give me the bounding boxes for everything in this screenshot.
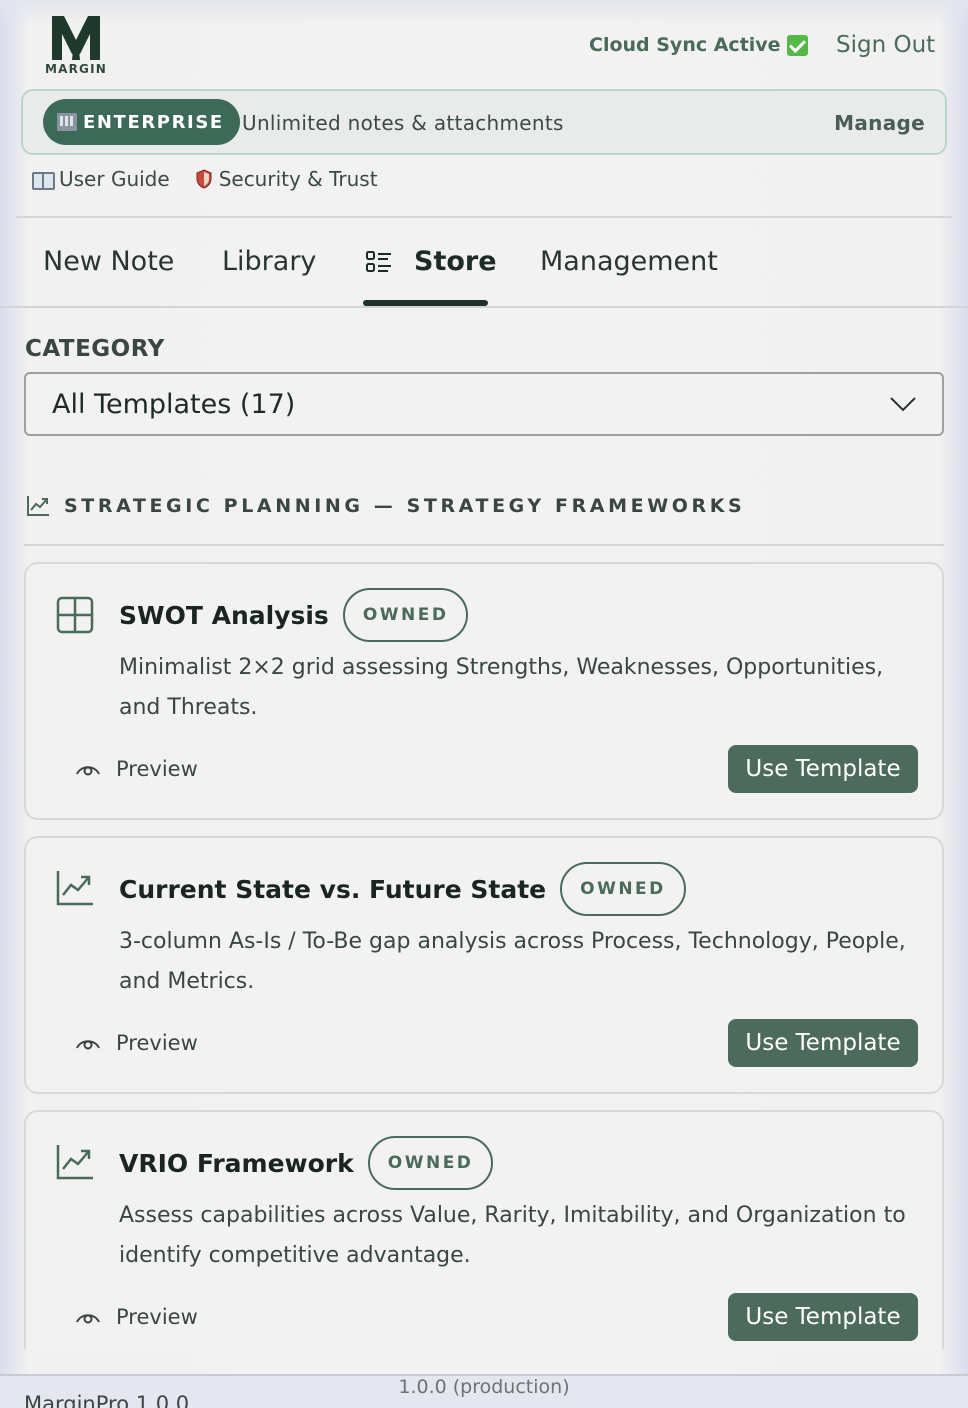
eye-icon: [76, 766, 100, 776]
use-template-button[interactable]: Use Template: [728, 1019, 918, 1067]
logo-m-icon: [52, 16, 100, 60]
manage-plan-button[interactable]: Manage: [834, 111, 925, 135]
enterprise-badge: ENTERPRISE: [43, 99, 240, 145]
tabs-divider: [0, 306, 968, 308]
sign-out-link[interactable]: Sign Out: [836, 32, 935, 58]
sync-status-text: Cloud Sync Active: [589, 34, 781, 56]
footer-fade: [0, 1349, 968, 1375]
shield-icon: [196, 169, 212, 189]
card-title: VRIO Framework: [119, 1148, 354, 1178]
card-description: 3-column As-Is / To-Be gap analysis acro…: [119, 929, 906, 994]
card-title: SWOT Analysis: [119, 600, 329, 630]
trend-chart-icon: [56, 1145, 93, 1180]
list-icon: [366, 250, 391, 272]
logo-wordmark: MARGIN: [44, 62, 108, 76]
tab-management[interactable]: Management: [540, 246, 718, 277]
top-glow: [0, 0, 968, 24]
template-card-swot: SWOT Analysis OWNED Minimalist 2×2 grid …: [24, 562, 944, 820]
owned-badge: OWNED: [342, 588, 469, 642]
chevron-down-icon: [890, 397, 916, 412]
card-description: Minimalist 2×2 grid assessing Strengths,…: [119, 655, 884, 720]
security-trust-link[interactable]: Security & Trust: [196, 167, 378, 191]
app-name-label: MarginPro 1.0.0: [24, 1392, 190, 1408]
trend-chart-icon: [56, 871, 93, 906]
trend-chart-icon: [27, 496, 49, 516]
preview-label: Preview: [116, 757, 198, 781]
card-title-row: Current State vs. Future State OWNED: [119, 862, 686, 916]
owned-badge: OWNED: [367, 1136, 494, 1190]
building-icon: [57, 113, 77, 131]
check-icon: [786, 34, 808, 56]
preview-button[interactable]: Preview: [76, 1305, 198, 1329]
plan-badge-label: ENTERPRISE: [83, 111, 224, 133]
tab-library[interactable]: Library: [222, 246, 316, 277]
use-template-button[interactable]: Use Template: [728, 1293, 918, 1341]
plan-banner: ENTERPRISE Unlimited notes & attachments…: [21, 89, 947, 155]
category-select[interactable]: All Templates (17): [24, 372, 944, 436]
book-icon: [32, 171, 55, 190]
tab-store-label: Store: [414, 246, 497, 277]
category-selected-value: All Templates (17): [52, 389, 296, 420]
preview-label: Preview: [116, 1031, 198, 1055]
grid-icon: [56, 596, 94, 634]
owned-badge: OWNED: [560, 862, 686, 916]
eye-icon: [76, 1314, 100, 1324]
section-title: STRATEGIC PLANNING — STRATEGY FRAMEWORKS: [64, 495, 746, 517]
tab-new-note[interactable]: New Note: [43, 246, 174, 277]
margin-logo[interactable]: MARGIN: [44, 14, 108, 78]
user-guide-label: User Guide: [59, 167, 170, 191]
template-card-vrio: VRIO Framework OWNED Assess capabilities…: [24, 1110, 944, 1368]
card-title: Current State vs. Future State: [119, 874, 547, 904]
plan-description: Unlimited notes & attachments: [242, 111, 564, 135]
preview-button[interactable]: Preview: [76, 1031, 198, 1055]
section-divider: [24, 544, 944, 546]
card-title-row: VRIO Framework OWNED: [119, 1136, 494, 1190]
main-tabs: New Note Library Store Management: [0, 218, 968, 308]
user-guide-link[interactable]: User Guide: [32, 167, 170, 191]
card-title-row: SWOT Analysis OWNED: [119, 588, 469, 642]
card-description: Assess capabilities across Value, Rarity…: [119, 1203, 906, 1268]
cloud-sync-status: Cloud Sync Active: [589, 34, 808, 56]
preview-label: Preview: [116, 1305, 198, 1329]
preview-button[interactable]: Preview: [76, 757, 198, 781]
security-trust-label: Security & Trust: [218, 167, 378, 191]
eye-icon: [76, 1040, 100, 1050]
category-label: CATEGORY: [25, 336, 165, 362]
tab-store[interactable]: Store: [366, 246, 497, 277]
help-links: User Guide Security & Trust: [32, 167, 378, 191]
use-template-button[interactable]: Use Template: [728, 745, 918, 793]
template-card-current-future: Current State vs. Future State OWNED 3-c…: [24, 836, 944, 1094]
section-heading: STRATEGIC PLANNING — STRATEGY FRAMEWORKS: [26, 495, 745, 517]
